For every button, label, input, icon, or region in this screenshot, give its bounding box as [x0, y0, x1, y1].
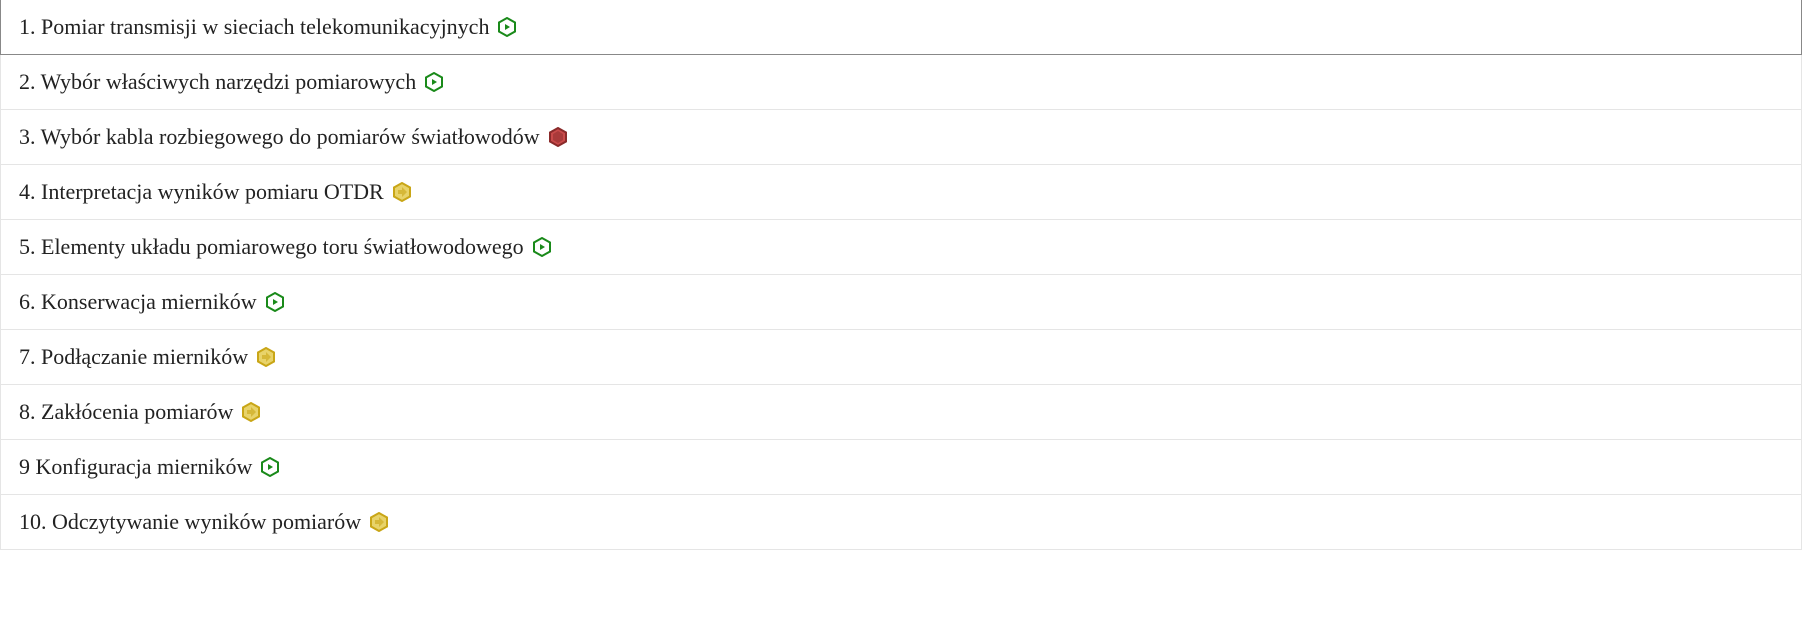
- list-item[interactable]: 4. Interpretacja wyników pomiaru OTDR: [0, 164, 1802, 220]
- list-item[interactable]: 3. Wybór kabla rozbiegowego do pomiarów …: [0, 109, 1802, 165]
- list-item[interactable]: 5. Elementy układu pomiarowego toru świa…: [0, 219, 1802, 275]
- list-item[interactable]: 6. Konserwacja mierników: [0, 274, 1802, 330]
- item-label: 10. Odczytywanie wyników pomiarów: [19, 509, 361, 535]
- item-label: 8. Zakłócenia pomiarów: [19, 399, 233, 425]
- status-green-icon: [497, 17, 517, 37]
- status-yellow-icon: [392, 182, 412, 202]
- item-label: 4. Interpretacja wyników pomiaru OTDR: [19, 179, 384, 205]
- item-label: 5. Elementy układu pomiarowego toru świa…: [19, 234, 524, 260]
- status-green-icon: [532, 237, 552, 257]
- item-label: 2. Wybór właściwych narzędzi pomiarowych: [19, 69, 416, 95]
- status-green-icon: [265, 292, 285, 312]
- status-green-icon: [260, 457, 280, 477]
- status-yellow-icon: [369, 512, 389, 532]
- status-green-icon: [424, 72, 444, 92]
- list-item[interactable]: 2. Wybór właściwych narzędzi pomiarowych: [0, 54, 1802, 110]
- list-item[interactable]: 1. Pomiar transmisji w sieciach telekomu…: [0, 0, 1802, 55]
- status-yellow-icon: [256, 347, 276, 367]
- item-label: 9 Konfiguracja mierników: [19, 454, 252, 480]
- list-item[interactable]: 9 Konfiguracja mierników: [0, 439, 1802, 495]
- item-label: 7. Podłączanie mierników: [19, 344, 248, 370]
- status-yellow-icon: [241, 402, 261, 422]
- item-label: 1. Pomiar transmisji w sieciach telekomu…: [19, 14, 489, 40]
- status-red-icon: [548, 127, 568, 147]
- item-label: 3. Wybór kabla rozbiegowego do pomiarów …: [19, 124, 540, 150]
- list-item[interactable]: 7. Podłączanie mierników: [0, 329, 1802, 385]
- list-item[interactable]: 8. Zakłócenia pomiarów: [0, 384, 1802, 440]
- list-item[interactable]: 10. Odczytywanie wyników pomiarów: [0, 494, 1802, 550]
- quiz-list: 1. Pomiar transmisji w sieciach telekomu…: [0, 0, 1802, 550]
- item-label: 6. Konserwacja mierników: [19, 289, 257, 315]
